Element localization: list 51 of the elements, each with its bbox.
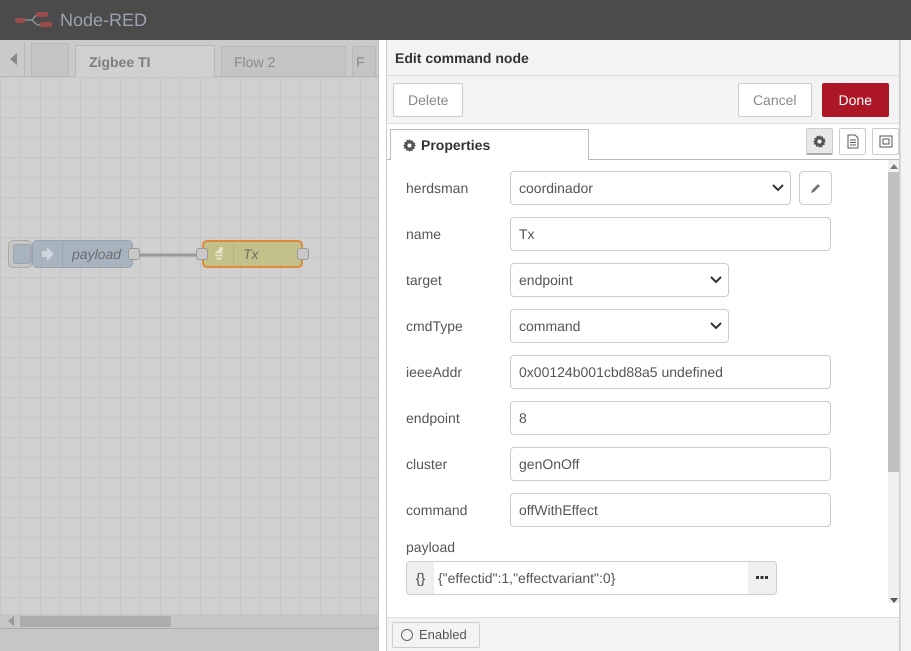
- chevron-down-icon: [710, 276, 722, 284]
- field-label: herdsman: [406, 180, 470, 196]
- done-button[interactable]: Done: [822, 82, 889, 116]
- properties-tab[interactable]: Properties: [390, 129, 589, 160]
- select-field[interactable]: endpoint: [510, 263, 729, 297]
- field-label: target: [406, 272, 443, 288]
- caret-up-icon[interactable]: [890, 164, 898, 169]
- frame-icon: [878, 134, 894, 149]
- gear-icon: [813, 134, 826, 148]
- field-label: payload: [406, 539, 456, 555]
- output-port[interactable]: [297, 248, 309, 260]
- input-field[interactable]: 8: [510, 401, 831, 435]
- delete-button[interactable]: Delete: [393, 82, 464, 116]
- logo-icon: [14, 12, 54, 28]
- input-field[interactable]: 0x00124b001cbd88a5 undefined: [510, 355, 831, 389]
- enabled-toggle[interactable]: Enabled: [392, 622, 480, 648]
- gear-icon: [403, 138, 416, 152]
- description-button[interactable]: [839, 128, 866, 155]
- tray-title: Edit command node: [387, 40, 899, 76]
- inject-button[interactable]: [8, 240, 32, 268]
- input-field[interactable]: genOnOff: [510, 447, 831, 481]
- caret-left-icon: [10, 53, 16, 65]
- field-label: ieeeAddr: [406, 364, 464, 380]
- field-label: endpoint: [406, 410, 461, 426]
- input-port[interactable]: [196, 248, 208, 260]
- chevron-down-icon: [772, 184, 784, 192]
- document-icon: [846, 134, 858, 149]
- caret-down-icon[interactable]: [890, 598, 898, 603]
- select-field[interactable]: command: [510, 309, 729, 343]
- output-port[interactable]: [128, 248, 140, 260]
- caret-left-icon[interactable]: [8, 616, 14, 626]
- field-label: cluster: [406, 456, 448, 472]
- field-label: cmdType: [406, 318, 464, 334]
- select-field[interactable]: coordinador: [510, 171, 791, 205]
- app-title: Node-RED: [60, 10, 148, 30]
- field-label: name: [406, 226, 442, 242]
- ellipsis-icon: [756, 576, 768, 580]
- pencil-icon: [810, 182, 822, 194]
- settings-button[interactable]: [806, 128, 833, 155]
- scrollbar-thumb[interactable]: [20, 616, 171, 626]
- chevron-down-icon: [710, 322, 722, 330]
- field-label: command: [406, 502, 468, 518]
- appearance-button[interactable]: [872, 128, 899, 155]
- scrollbar-thumb[interactable]: [888, 172, 899, 472]
- cancel-button[interactable]: Cancel: [738, 82, 812, 116]
- input-field[interactable]: offWithEffect: [510, 493, 831, 527]
- typed-input-field[interactable]: {} {"effectid":1,"effectvariant":0}: [406, 561, 777, 595]
- expand-button[interactable]: [748, 562, 776, 594]
- arrow-icon: [40, 246, 54, 262]
- input-field[interactable]: Tx: [510, 217, 831, 251]
- edit-button[interactable]: [799, 171, 832, 205]
